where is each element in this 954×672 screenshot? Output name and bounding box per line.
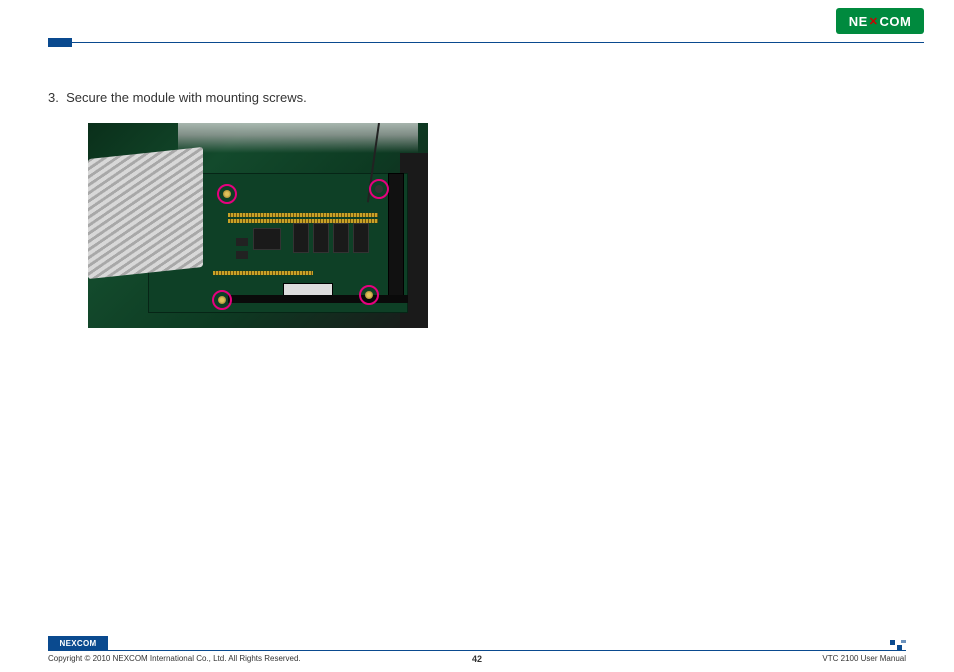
- footer-text-row: Copyright © 2010 NEXCOM International Co…: [48, 654, 906, 663]
- photo-heatsink: [88, 147, 203, 279]
- footer-logo-text: NEXCOM: [60, 639, 97, 648]
- page-content: 3. Secure the module with mounting screw…: [0, 50, 954, 328]
- photo-screw-br: [365, 291, 373, 299]
- header-divider: [55, 42, 924, 43]
- manual-title: VTC 2100 User Manual: [822, 654, 906, 663]
- logo-text-left: NE: [849, 14, 868, 29]
- nexcom-logo: NE✕COM: [836, 8, 924, 34]
- logo-text-right: COM: [879, 14, 911, 29]
- photo-small-component-2: [236, 251, 248, 259]
- instruction-step: 3. Secure the module with mounting screw…: [48, 90, 906, 105]
- photo-pin-row-3: [213, 271, 313, 275]
- module-photo: [88, 123, 428, 328]
- photo-chip-2: [293, 223, 309, 253]
- photo-chip-1: [253, 228, 281, 250]
- page-footer: NEXCOM Copyright © 2010 NEXCOM Internati…: [0, 634, 954, 672]
- photo-edge-connector: [388, 173, 404, 303]
- photo-screw-bl: [218, 296, 226, 304]
- footer-decoration-icon: [890, 640, 906, 650]
- step-number: 3.: [48, 90, 59, 105]
- photo-chip-5: [353, 223, 369, 253]
- footer-divider: [48, 650, 906, 651]
- photo-cables: [178, 123, 418, 153]
- page-number: 42: [472, 654, 482, 664]
- logo-x-icon: ✕: [869, 15, 879, 28]
- photo-screw-tl: [223, 190, 231, 198]
- photo-chip-4: [333, 223, 349, 253]
- photo-small-component-1: [236, 238, 248, 246]
- page-header: NE✕COM: [0, 0, 954, 50]
- photo-bracket: [228, 295, 408, 303]
- photo-pin-row-1: [228, 213, 378, 217]
- photo-chip-3: [313, 223, 329, 253]
- footer-nexcom-logo: NEXCOM: [48, 636, 108, 650]
- step-instruction: Secure the module with mounting screws.: [66, 90, 307, 105]
- copyright-text: Copyright © 2010 NEXCOM International Co…: [48, 654, 301, 663]
- photo-screw-tr: [375, 185, 383, 193]
